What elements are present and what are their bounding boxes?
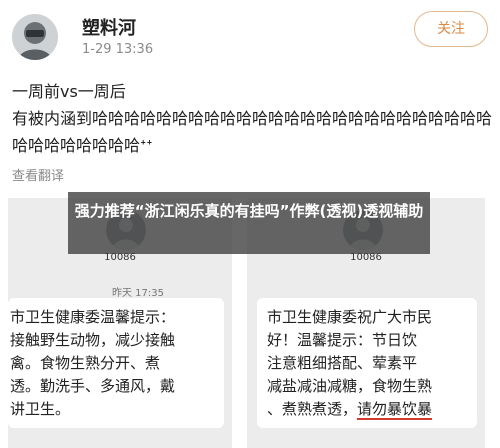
translate-link[interactable]: 查看翻译 (12, 165, 64, 184)
message-date: 昨天 17:35 (112, 288, 164, 299)
avatar[interactable] (12, 14, 58, 60)
sms-line: 讲卫生。 (10, 400, 71, 418)
sms-line: 减盐减油减糖，食物生熟 (267, 377, 433, 395)
post-timestamp: 1-29 13:36 (82, 42, 154, 57)
sms-bubble: 市卫生健康委温馨提示： 接触野生动物，减少接触 禽。食物生熟分开、煮 透。勤洗手… (8, 298, 224, 428)
sms-line: 、煮熟煮透， (267, 400, 358, 418)
highlighted-text: 请勿暴饮暴 (357, 400, 433, 420)
post-text: 一周前vs一周后 有被内涵到哈哈哈哈哈哈哈哈哈哈哈哈哈哈哈哈哈哈哈哈哈哈哈哈哈哈… (12, 78, 496, 159)
sms-line-last: 、煮熟煮透，请勿暴饮暴 (267, 398, 467, 421)
headline-overlay: 强力推荐“浙江闲乐真的有挂吗”作弊(透视)透视辅助 (68, 192, 430, 254)
post-text-line: 一周前vs一周后 (12, 82, 126, 101)
follow-button[interactable]: 关注 (414, 11, 488, 47)
sms-line: 好！温馨提示：节日饮 (267, 331, 418, 349)
sms-line: 透。勤洗手、多通风，戴 (10, 377, 176, 395)
sms-line: 市卫生健康委温馨提示： (10, 308, 176, 326)
sms-bubble: 市卫生健康委祝广大市民 好！温馨提示：节日饮 注意粗细搭配、荤素平 减盐减油减糖… (257, 298, 477, 428)
sms-line: 接触野生动物，减少接触 (10, 331, 176, 349)
username[interactable]: 塑料河 (82, 14, 136, 40)
post-text-body: 有被内涵到哈哈哈哈哈哈哈哈哈哈哈哈哈哈哈哈哈哈哈哈哈哈哈哈哈哈哈哈哈哈哈哈哈ᐩᐩ (12, 109, 493, 155)
sms-line: 市卫生健康委祝广大市民 (267, 308, 433, 326)
sms-line: 禽。食物生熟分开、煮 (10, 354, 161, 372)
sms-line: 注意粗细搭配、荤素平 (267, 354, 418, 372)
